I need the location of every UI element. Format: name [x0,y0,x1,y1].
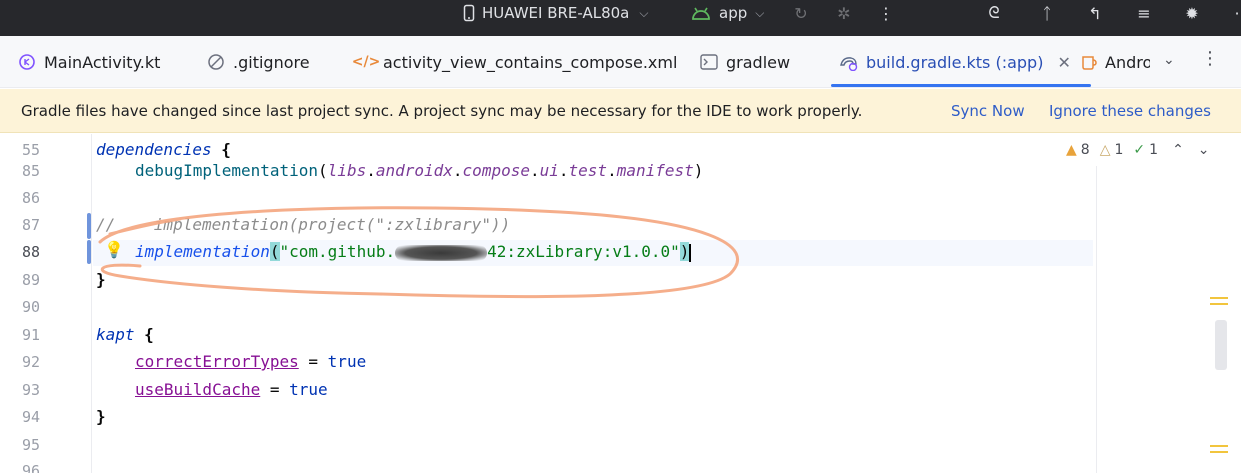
typo-count: 1 [1149,142,1159,158]
weak-warning-count: 1 [1114,142,1124,158]
tab-label: MainActivity.kt [44,52,161,72]
tab-label: activity_view_contains_compose.xml [383,52,678,72]
typo-check-icon: ✓ [1133,142,1146,158]
phone-icon [458,4,480,22]
more-tabs-icon[interactable]: ⋮ [1201,48,1219,69]
right-margin-guide [1096,166,1097,473]
editor-tab-bar: MainActivity.kt .gitignore </> activity_… [0,36,1241,88]
tests-icon[interactable]: ᛏ [1036,4,1058,23]
android-icon [690,4,712,22]
translate-icon[interactable]: ↰ [1084,4,1106,23]
annotation-circle [98,206,739,299]
warning-count: 8 [1080,142,1090,158]
inspection-widget[interactable]: ▲ 8 △ 1 ✓ 1 ⌃ ⌄ [1066,142,1210,158]
tab-android-manifest[interactable]: Andro [1080,36,1150,88]
banner-message: Gradle files have changed since last pro… [21,101,863,120]
warning-stripe[interactable] [1210,297,1228,299]
tab-list-chevron-icon[interactable]: ⌄ [1163,52,1175,68]
run-config-selector[interactable]: app ⌵ [719,0,764,26]
tab-gradlew[interactable]: gradlew [699,36,790,88]
overflow-icon[interactable]: · [1226,4,1241,23]
sync-now-link[interactable]: Sync Now [951,102,1025,120]
next-highlight-icon[interactable]: ⌄ [1198,142,1210,158]
bug-settings-icon[interactable]: ✹ [1181,4,1203,23]
ignore-file-icon [206,52,226,72]
previous-highlight-icon[interactable]: ⌃ [1172,142,1184,158]
tab-label: gradlew [726,52,791,72]
warning-stripe[interactable] [1210,445,1228,447]
tab-label: build.gradle.kts (:app) [866,52,1044,72]
tab-label: .gitignore [233,52,310,72]
xml-file-icon: </> [351,54,381,70]
close-icon[interactable]: ✕ [1057,53,1070,72]
device-selector[interactable]: HUAWEI BRE-AL80a ⌵ [482,0,648,26]
kotlin-file-icon [17,52,37,72]
rerun-icon[interactable]: ↻ [790,4,812,23]
ignore-changes-link[interactable]: Ignore these changes [1049,102,1211,120]
ai-assistant-icon[interactable]: ᘓ [983,3,1005,22]
weak-warning-icon: △ [1099,142,1111,158]
device-name: HUAWEI BRE-AL80a [482,4,630,22]
chevron-down-icon: ⌵ [755,5,765,20]
android-manifest-icon [1080,52,1098,72]
tab-label: Andro [1105,52,1150,72]
tab-build-gradle[interactable]: build.gradle.kts (:app) ✕ [831,36,1091,88]
gradle-sync-banner: Gradle files have changed since last pro… [0,89,1241,133]
tab-gitignore[interactable]: .gitignore [206,36,310,88]
warning-icon: ▲ [1066,142,1077,158]
text-format-icon[interactable]: ≡ [1133,4,1155,23]
tab-main-activity[interactable]: MainActivity.kt [17,36,160,88]
main-toolbar: HUAWEI BRE-AL80a ⌵ app ⌵ ↻ ✲ ⋮ ᘓ ᛏ ↰ ≡ ✹… [0,0,1241,36]
debug-icon[interactable]: ✲ [833,4,855,23]
more-options-icon[interactable]: ⋮ [875,4,897,23]
code-editor[interactable]: 55 85 86 87 88 89 90 91 92 93 94 95 96 d… [0,134,1241,473]
tab-activity-xml[interactable]: </> activity_view_contains_compose.xml [351,36,678,88]
gradle-kotlin-file-icon [839,52,859,72]
warning-stripe[interactable] [1210,303,1228,305]
chevron-down-icon: ⌵ [639,5,649,20]
warning-stripe[interactable] [1210,451,1228,453]
vertical-scrollbar[interactable] [1215,320,1227,370]
shell-file-icon [699,52,719,72]
run-config-label: app [719,4,748,22]
